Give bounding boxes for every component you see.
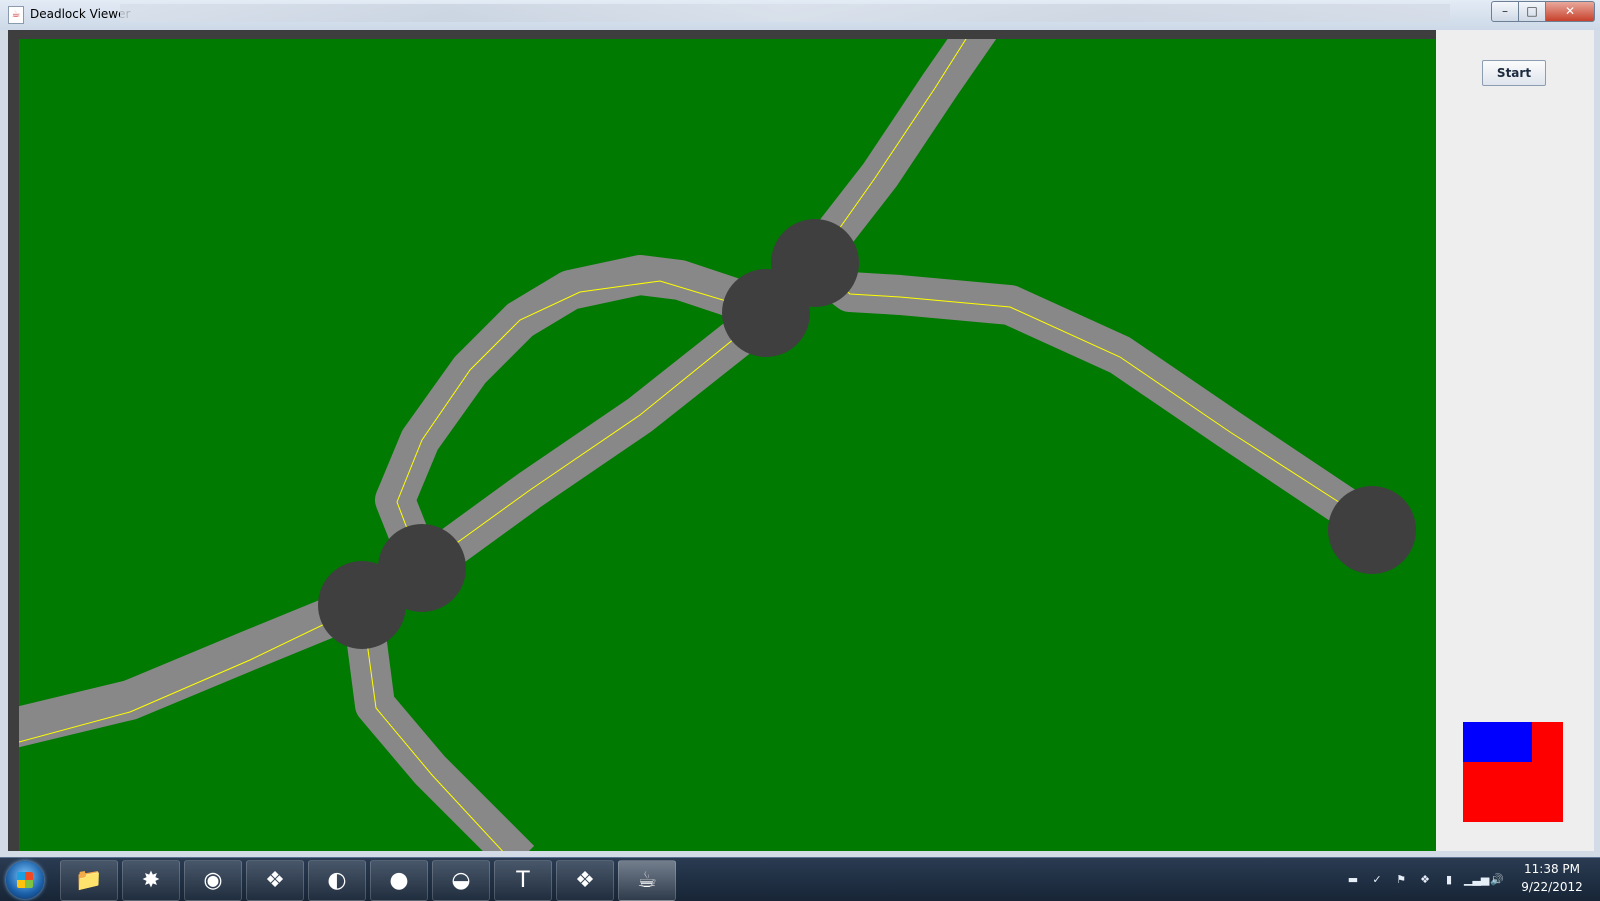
java-icon[interactable]: ☕ xyxy=(618,860,676,901)
windows-explorer-icon[interactable]: ❖ xyxy=(246,860,304,901)
network-icon[interactable]: ▁▃▅ xyxy=(1464,874,1489,886)
windows-flag-icon[interactable]: ❖ xyxy=(556,860,614,901)
status-indicator-blue xyxy=(1463,722,1532,762)
close-button[interactable]: ✕ xyxy=(1545,1,1595,22)
node-junction-b xyxy=(378,524,466,612)
eclipse-icon[interactable]: ◐ xyxy=(308,860,366,901)
clock-date[interactable]: 9/22/2012 xyxy=(1515,880,1589,894)
maximize-button[interactable]: □ xyxy=(1518,1,1546,22)
java-app-icon: ☕ xyxy=(8,6,24,24)
folder-icon[interactable]: 📁 xyxy=(60,860,118,901)
start-menu-button[interactable] xyxy=(6,861,44,899)
title-bar: ☕ Deadlock Viewer – □ ✕ xyxy=(0,0,1600,31)
node-junction-d xyxy=(771,219,859,307)
power-icon[interactable]: ▮ xyxy=(1442,874,1456,886)
console-icon[interactable]: ▬ xyxy=(1346,874,1360,886)
chrome-icon[interactable]: ◉ xyxy=(184,860,242,901)
window-frame-left xyxy=(0,30,8,856)
eclipse-blue-icon[interactable]: ◒ xyxy=(432,860,490,901)
clock-time[interactable]: 11:38 PM xyxy=(1515,862,1589,876)
node-endpoint-east xyxy=(1328,486,1416,574)
action-center-flag-icon[interactable]: ⚑ xyxy=(1394,874,1408,886)
title-bar-background-noise xyxy=(120,4,1450,22)
map-canvas[interactable] xyxy=(19,39,1436,851)
cat-app-icon[interactable]: ● xyxy=(370,860,428,901)
windows-update-icon[interactable]: ❖ xyxy=(1418,874,1432,886)
volume-icon[interactable]: 🔊 xyxy=(1490,874,1504,886)
starburst-app-icon[interactable]: ✸ xyxy=(122,860,180,901)
minimize-button[interactable]: – xyxy=(1491,1,1519,22)
sync-check-icon[interactable]: ✓ xyxy=(1370,874,1384,886)
window-title: Deadlock Viewer xyxy=(30,7,131,21)
start-button[interactable]: Start xyxy=(1482,60,1546,86)
taskbar: 📁 ✸ ◉ ❖ ◐ ● ◒ T ❖ ☕ ▬ ✓ ⚑ ❖ ▮ ▁▃▅ 🔊 11:3… xyxy=(0,857,1600,901)
window-frame-right xyxy=(1594,30,1600,856)
editor-icon[interactable]: T xyxy=(494,860,552,901)
